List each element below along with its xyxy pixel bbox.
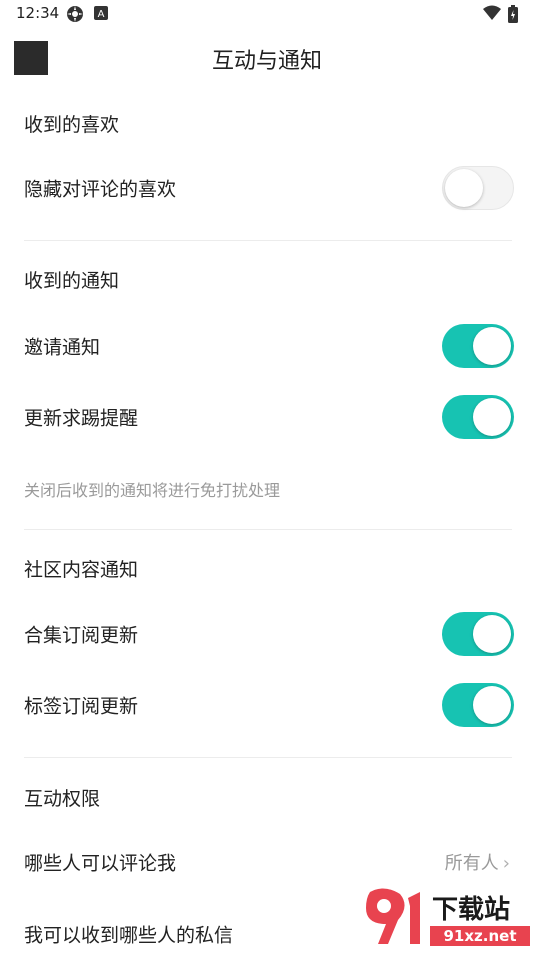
status-time: 12:34: [16, 4, 60, 22]
setting-row-hide-comment-likes: 隐藏对评论的喜欢: [0, 160, 534, 216]
settings-gear-icon: [66, 5, 84, 27]
setting-label: 隐藏对评论的喜欢: [24, 178, 177, 201]
section-title-community: 社区内容通知: [24, 559, 139, 581]
tag-update-toggle[interactable]: [442, 683, 514, 727]
battery-icon: [508, 5, 518, 27]
status-bar: 12:34 A: [0, 0, 534, 28]
collection-update-toggle[interactable]: [442, 612, 514, 656]
page-title: 互动与通知: [211, 49, 322, 74]
chevron-right-icon: ›: [502, 853, 510, 874]
setting-row-tag-update: 标签订阅更新: [0, 677, 534, 733]
watermark-logo: 下载站 91xz.net: [360, 884, 534, 950]
setting-row-invite: 邀请通知: [0, 318, 534, 374]
divider: [24, 529, 512, 530]
divider: [24, 757, 512, 758]
setting-label: 更新求踢提醒: [24, 407, 139, 430]
toggle-knob: [473, 398, 511, 436]
section-title-permissions: 互动权限: [24, 788, 101, 810]
divider: [24, 240, 512, 241]
watermark-title: 下载站: [432, 895, 510, 925]
setting-label: 合集订阅更新: [24, 624, 139, 647]
a-badge-icon: A: [94, 5, 108, 25]
toggle-knob: [473, 686, 511, 724]
setting-value: 所有人: [444, 853, 499, 874]
setting-row-who-can-comment[interactable]: 哪些人可以评论我 所有人 ›: [0, 834, 534, 890]
wifi-icon: [483, 5, 501, 25]
invite-notification-toggle[interactable]: [442, 324, 514, 368]
setting-label: 哪些人可以评论我: [24, 852, 177, 875]
header: 互动与通知: [0, 28, 534, 92]
toggle-knob: [473, 615, 511, 653]
setting-label: 标签订阅更新: [24, 695, 139, 718]
watermark-url: 91xz.net: [443, 927, 516, 945]
setting-row-collection-update: 合集订阅更新: [0, 606, 534, 662]
toggle-knob: [445, 169, 483, 207]
hide-comment-likes-toggle[interactable]: [442, 166, 514, 210]
toggle-knob: [473, 327, 511, 365]
setting-label: 我可以收到哪些人的私信: [24, 924, 234, 947]
svg-text:A: A: [98, 9, 105, 20]
section-title-notifications: 收到的通知: [24, 270, 120, 292]
setting-label: 邀请通知: [24, 336, 101, 359]
notification-hint: 关闭后收到的通知将进行免打扰处理: [24, 481, 281, 500]
section-title-likes: 收到的喜欢: [24, 114, 120, 136]
setting-row-update-reminder: 更新求踢提醒: [0, 389, 534, 445]
update-reminder-toggle[interactable]: [442, 395, 514, 439]
who-can-comment-value[interactable]: 所有人 ›: [445, 849, 510, 875]
